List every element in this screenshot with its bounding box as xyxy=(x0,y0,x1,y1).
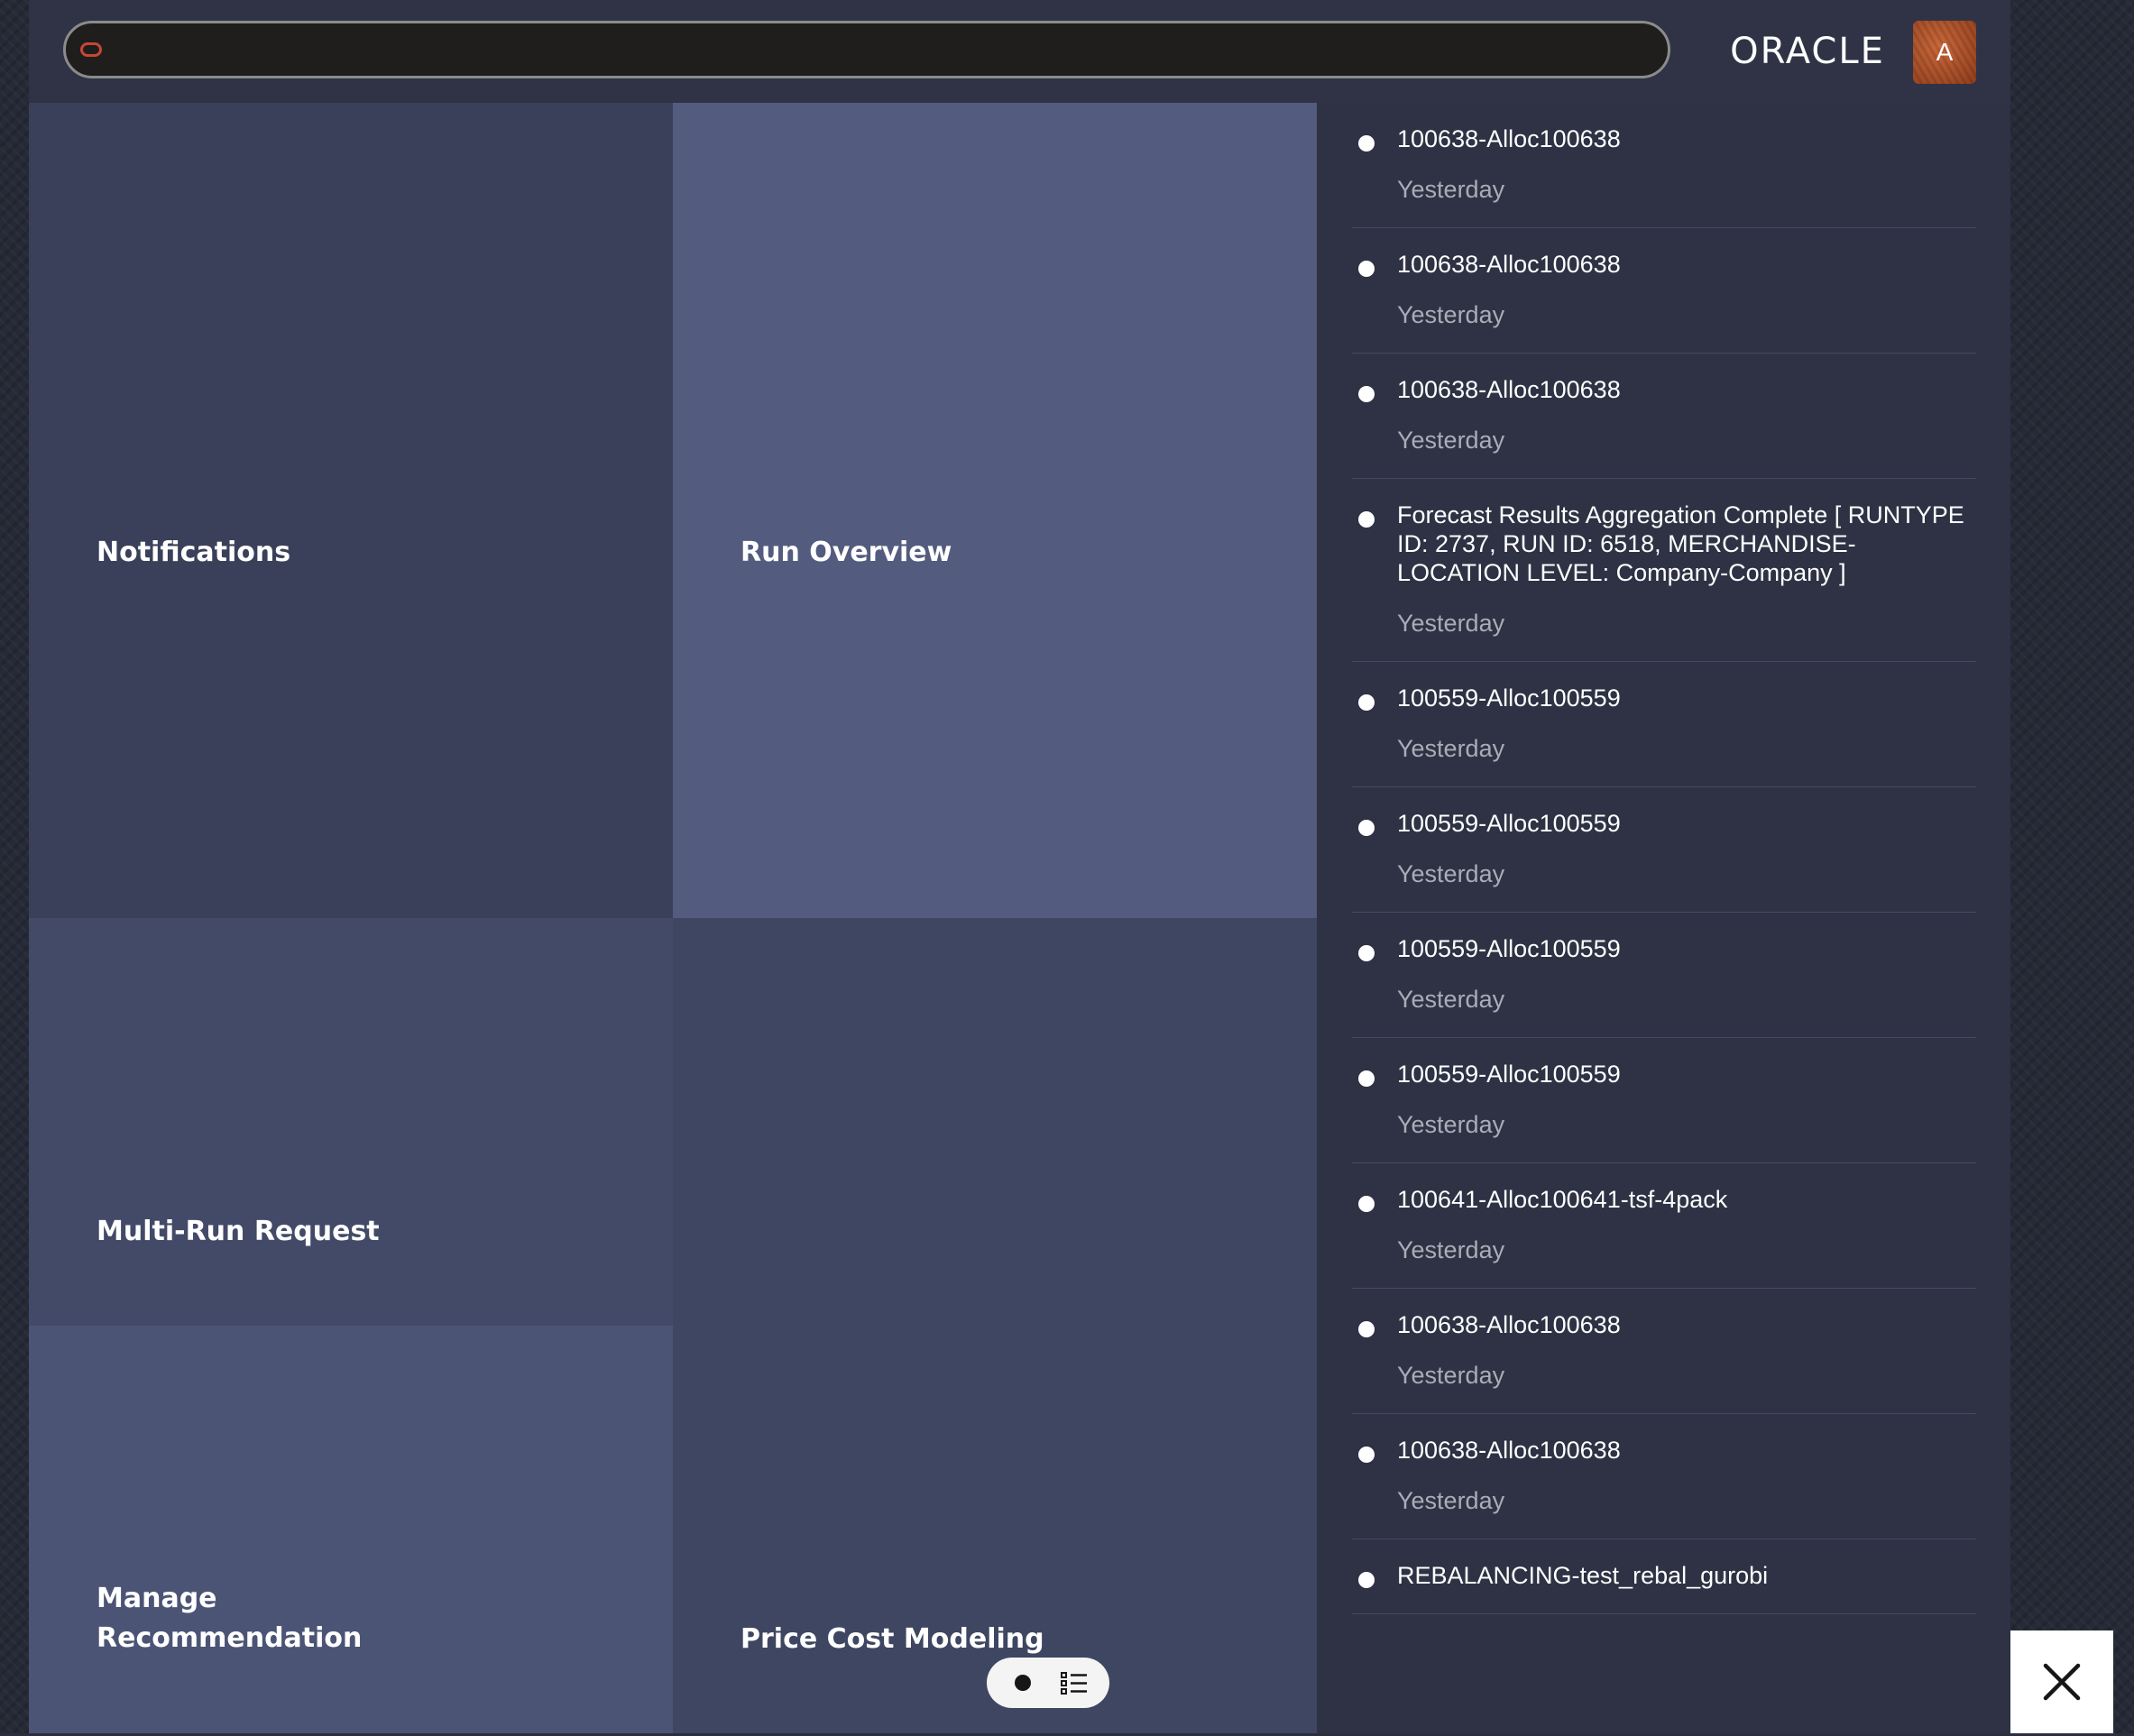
notification-item[interactable]: 100638-Alloc100638 Yesterday xyxy=(1352,103,1976,228)
oracle-wordmark: ORACLE xyxy=(1730,31,1885,72)
notification-title: 100641-Alloc100641-tsf-4pack xyxy=(1397,1186,1728,1213)
search-input[interactable] xyxy=(138,29,1657,72)
notification-timestamp: Yesterday xyxy=(1397,176,1505,203)
app-window: ORACLE A Notifications Run Overview Mult… xyxy=(29,0,2010,1733)
unread-dot-icon xyxy=(1358,1572,1375,1588)
tile-manage-recommendation[interactable]: Manage Recommendation xyxy=(29,1326,673,1733)
notification-timestamp: Yesterday xyxy=(1397,301,1505,328)
unread-dot-icon xyxy=(1358,511,1375,528)
notification-item[interactable]: REBALANCING-test_rebal_gurobi xyxy=(1352,1539,1976,1614)
unread-dot-icon xyxy=(1358,386,1375,402)
search-bar[interactable] xyxy=(63,21,1670,78)
tile-label: Manage Recommendation xyxy=(97,1583,363,1654)
tile-price-cost-modeling[interactable]: Price Cost Modeling xyxy=(673,918,1317,1733)
tile-label: Price Cost Modeling xyxy=(740,1623,1044,1655)
notification-title: 100559-Alloc100559 xyxy=(1397,935,1621,962)
notification-title: REBALANCING-test_rebal_gurobi xyxy=(1397,1562,1769,1589)
unread-dot-icon xyxy=(1358,820,1375,836)
notification-title: Forecast Results Aggregation Complete [ … xyxy=(1397,501,1964,586)
notification-title: 100638-Alloc100638 xyxy=(1397,1437,1621,1464)
header-bar: ORACLE A xyxy=(29,0,2010,103)
notification-item[interactable]: 100641-Alloc100641-tsf-4pack Yesterday xyxy=(1352,1163,1976,1289)
notification-title: 100638-Alloc100638 xyxy=(1397,376,1621,403)
list-icon[interactable] xyxy=(1061,1671,1088,1695)
tile-label: Run Overview xyxy=(740,537,952,568)
notification-title: 100638-Alloc100638 xyxy=(1397,1311,1621,1338)
notification-timestamp: Yesterday xyxy=(1397,1362,1505,1389)
oracle-wordmark-text: ORACLE xyxy=(1730,31,1885,72)
floating-toolbar xyxy=(987,1658,1109,1708)
tile-label: Notifications xyxy=(97,537,291,568)
unread-dot-icon xyxy=(1358,1447,1375,1463)
notification-timestamp: Yesterday xyxy=(1397,860,1505,887)
tile-run-overview[interactable]: Run Overview xyxy=(673,103,1317,918)
notification-timestamp: Yesterday xyxy=(1397,1111,1505,1138)
notification-item[interactable]: 100638-Alloc100638 Yesterday xyxy=(1352,354,1976,479)
unread-dot-icon xyxy=(1358,1196,1375,1212)
unread-dot-icon xyxy=(1358,261,1375,277)
tile-multi-run-request[interactable]: Multi-Run Request xyxy=(29,918,673,1326)
notification-item[interactable]: 100638-Alloc100638 Yesterday xyxy=(1352,1414,1976,1539)
notification-timestamp: Yesterday xyxy=(1397,986,1505,1013)
notification-title: 100559-Alloc100559 xyxy=(1397,810,1621,837)
unread-dot-icon xyxy=(1358,135,1375,152)
notification-title: 100559-Alloc100559 xyxy=(1397,1061,1621,1088)
tile-label: Multi-Run Request xyxy=(97,1216,380,1247)
unread-dot-icon xyxy=(1358,1321,1375,1337)
notification-item[interactable]: 100559-Alloc100559 Yesterday xyxy=(1352,1038,1976,1163)
notification-title: 100638-Alloc100638 xyxy=(1397,125,1621,152)
notification-item[interactable]: 100559-Alloc100559 Yesterday xyxy=(1352,787,1976,913)
unread-dot-icon xyxy=(1358,694,1375,711)
oracle-logo: ORACLE xyxy=(1705,27,1910,76)
notification-item[interactable]: 100638-Alloc100638 Yesterday xyxy=(1352,228,1976,354)
notification-item[interactable]: 100638-Alloc100638 Yesterday xyxy=(1352,1289,1976,1414)
close-button[interactable] xyxy=(2010,1630,2113,1733)
notification-timestamp: Yesterday xyxy=(1397,735,1505,762)
notification-timestamp: Yesterday xyxy=(1397,427,1505,454)
notification-timestamp: Yesterday xyxy=(1397,610,1505,637)
record-icon[interactable] xyxy=(1015,1675,1031,1691)
notification-item[interactable]: 100559-Alloc100559 Yesterday xyxy=(1352,913,1976,1038)
notification-title: 100638-Alloc100638 xyxy=(1397,251,1621,278)
notification-timestamp: Yesterday xyxy=(1397,1487,1505,1514)
notification-item[interactable]: 100559-Alloc100559 Yesterday xyxy=(1352,662,1976,787)
unread-dot-icon xyxy=(1358,1070,1375,1087)
tile-notifications[interactable]: Notifications xyxy=(29,103,673,918)
close-icon xyxy=(2043,1663,2081,1701)
oracle-o-icon xyxy=(80,42,102,57)
user-avatar[interactable]: A xyxy=(1913,21,1976,84)
notification-title: 100559-Alloc100559 xyxy=(1397,684,1621,712)
notification-item[interactable]: Forecast Results Aggregation Complete [ … xyxy=(1352,479,1976,662)
unread-dot-icon xyxy=(1358,945,1375,961)
notification-timestamp: Yesterday xyxy=(1397,1236,1505,1263)
notification-list[interactable]: 100638-Alloc100638 Yesterday 100638-Alloc1… xyxy=(1317,103,2010,1733)
